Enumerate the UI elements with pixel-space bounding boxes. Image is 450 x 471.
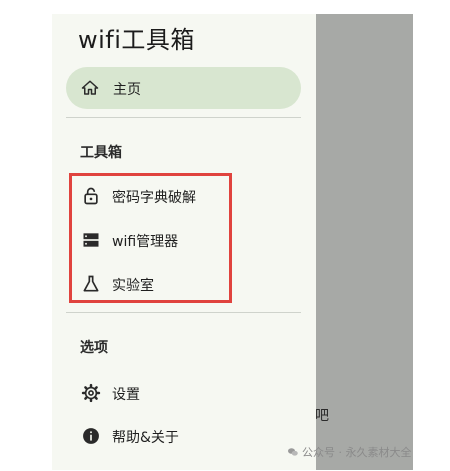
nav-item-label: 主页 xyxy=(113,82,141,98)
info-icon xyxy=(83,428,99,444)
nav-item-label: 帮助&关于 xyxy=(112,430,179,446)
wechat-icon xyxy=(288,448,298,456)
nav-item-help-about[interactable]: 帮助&关于 xyxy=(66,421,301,451)
highlight-annotation-box xyxy=(69,173,232,303)
home-icon xyxy=(81,80,99,95)
section-header-options: 选项 xyxy=(80,340,108,356)
divider xyxy=(66,117,301,118)
nav-item-home[interactable]: 主页 xyxy=(66,67,301,109)
scrim-overlay[interactable] xyxy=(316,14,413,470)
nav-item-label: 设置 xyxy=(112,387,140,403)
background-content-text: 吧 xyxy=(315,408,329,424)
nav-item-settings[interactable]: 设置 xyxy=(66,378,301,408)
watermark-text: 公众号 · 永久素材大全 xyxy=(302,446,412,459)
divider xyxy=(66,312,301,313)
drawer-title: wifi工具箱 xyxy=(78,26,195,54)
gear-icon xyxy=(81,383,101,403)
watermark: 公众号 · 永久素材大全 xyxy=(287,444,412,460)
section-header-toolbox: 工具箱 xyxy=(80,145,122,161)
